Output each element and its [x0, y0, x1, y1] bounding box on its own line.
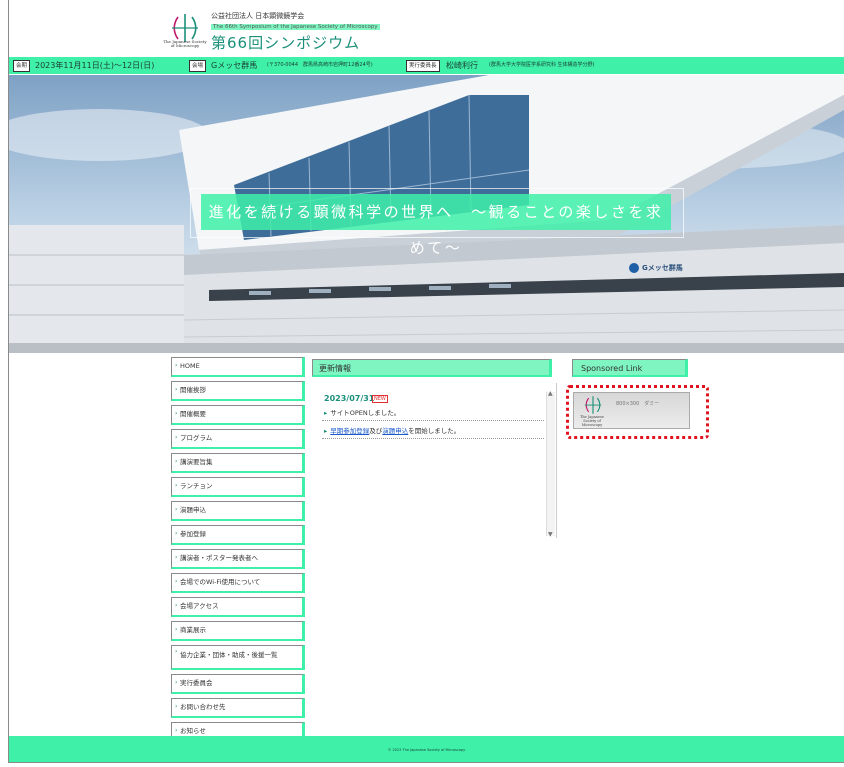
sidebar-nav: › HOME › 開催挨拶 › 開催概要 › プログラム › 講演要旨集 › ランチョン ›…	[171, 357, 305, 746]
nav-item-contact[interactable]: › お問い合わせ先	[171, 698, 305, 718]
nav-label: お知らせ	[180, 727, 206, 735]
chevron-right-icon: ›	[175, 679, 178, 686]
nav-label: 会場アクセス	[180, 602, 219, 610]
news-heading: 更新情報	[312, 359, 552, 377]
nav-label: HOME	[180, 362, 200, 370]
chevron-right-icon: ›	[175, 703, 178, 710]
news-item-text: サイトOPENしました。	[330, 409, 401, 417]
date-tag: 会期	[13, 60, 31, 72]
nav-item-exhibition[interactable]: › 商業展示	[171, 621, 305, 641]
site-footer: © 2023 The Japanese Society of Microscop…	[9, 736, 844, 762]
chevron-right-icon: ›	[175, 458, 178, 465]
nav-item-access[interactable]: › 会場アクセス	[171, 597, 305, 617]
org-name: 公益社団法人 日本顕微鏡学会	[211, 12, 305, 20]
venue-name: Gメッセ群馬	[211, 61, 258, 70]
nav-item-committee[interactable]: › 実行委員会	[171, 674, 305, 694]
abstract-submission-link[interactable]: 演題申込	[382, 427, 408, 435]
nav-label: 演題申込	[180, 506, 206, 514]
early-registration-link[interactable]: 早期参加登録	[330, 427, 369, 435]
chevron-right-icon: ›	[175, 506, 178, 513]
nav-item-presenters[interactable]: › 講演者・ポスター発表者へ	[171, 549, 305, 569]
news-divider	[322, 438, 544, 439]
chair-tag: 実行委員長	[406, 60, 440, 72]
chevron-right-icon: ›	[175, 434, 178, 441]
nav-item-program[interactable]: › プログラム	[171, 429, 305, 449]
chevron-right-icon: ›	[175, 648, 178, 655]
banner-placeholder-text: 800×300 ダミー	[616, 401, 660, 407]
news-scrollbar[interactable]: ▲ ▼	[546, 390, 555, 538]
nav-label: プログラム	[180, 434, 213, 442]
chevron-right-icon: ›	[175, 602, 178, 609]
nav-item-greeting[interactable]: › 開催挨拶	[171, 381, 305, 401]
nav-label: お問い合わせ先	[180, 703, 226, 711]
chevron-right-icon: ›	[175, 578, 178, 585]
nav-label: 実行委員会	[180, 679, 213, 687]
news-item: ▸ サイトOPENしました。	[324, 407, 400, 417]
nav-label: ランチョン	[180, 482, 213, 490]
venue-address: (〒370-0044 群馬県高崎市岩押町12番24号)	[267, 62, 373, 68]
chair-name: 松崎利行	[446, 61, 478, 70]
nav-item-overview[interactable]: › 開催概要	[171, 405, 305, 425]
bullet-icon: ▸	[324, 409, 328, 417]
scroll-up-icon[interactable]: ▲	[548, 390, 553, 397]
nav-item-sponsors[interactable]: › 協力企業・団体・助成・後援一覧	[171, 645, 305, 670]
banner-caption: The Japanese Society of Microscopy	[580, 415, 604, 427]
event-date: 2023年11月11日(土)～12日(日)	[35, 61, 155, 70]
society-logo-icon	[584, 396, 602, 414]
nav-item-abstract-submission[interactable]: › 演題申込	[171, 501, 305, 521]
chevron-right-icon: ›	[175, 362, 178, 369]
event-info-bar: 会期 2023年11月11日(土)～12日(日) 会場 Gメッセ群馬 (〒370…	[9, 57, 844, 74]
bullet-icon: ▸	[324, 427, 328, 435]
chevron-right-icon: ›	[175, 554, 178, 561]
nav-label: 協力企業・団体・助成・後援一覧	[180, 651, 278, 659]
catchphrase-banner: 進化を続ける顕微科学の世界へ ～観ることの楽しさを求めて～	[201, 194, 671, 257]
news-item: ▸ 早期参加登録及び演題申込を開始しました。	[324, 425, 460, 435]
nav-label: 開催概要	[180, 410, 206, 418]
chevron-right-icon: ›	[175, 410, 178, 417]
page-frame: The Japanese Society of Microscopy 公益社団法…	[8, 0, 844, 763]
nav-label: 会場でのWi-Fi使用について	[180, 578, 261, 586]
nav-item-wifi[interactable]: › 会場でのWi-Fi使用について	[171, 573, 305, 593]
site-header: The Japanese Society of Microscopy 公益社団法…	[9, 0, 844, 56]
news-divider	[322, 420, 544, 421]
nav-item-luncheon[interactable]: › ランチョン	[171, 477, 305, 497]
logo-caption: The Japanese Society of Microscopy	[163, 39, 207, 48]
chair-affiliation: (群馬大学大学院医学系研究科 生体構造学分野)	[489, 62, 595, 68]
nav-item-home[interactable]: › HOME	[171, 357, 305, 377]
news-date: 2023/07/31	[324, 394, 375, 403]
sponsored-link-heading: Sponsored Link	[572, 359, 688, 377]
news-item-text: 及び	[369, 427, 383, 435]
venue-tag: 会場	[189, 60, 207, 72]
hero-image: Gメッセ群馬 進化を続ける顕微科学の世界へ ～観ることの楽しさを求めて～	[9, 75, 844, 353]
chevron-right-icon: ›	[175, 386, 178, 393]
nav-label: 講演要旨集	[180, 458, 213, 466]
nav-label: 参加登録	[180, 530, 206, 538]
copyright: © 2023 The Japanese Society of Microscop…	[387, 748, 466, 752]
symposium-english-name: The 66th Symposium of the Japanese Socie…	[211, 24, 380, 30]
sponsor-banner[interactable]: The Japanese Society of Microscopy 800×3…	[573, 392, 690, 429]
nav-label: 商業展示	[180, 626, 206, 634]
chevron-right-icon: ›	[175, 482, 178, 489]
building-sign: Gメッセ群馬	[642, 264, 683, 272]
chevron-right-icon: ›	[175, 626, 178, 633]
symposium-title[interactable]: 第66回シンポジウム	[211, 32, 360, 53]
nav-label: 講演者・ポスター発表者へ	[180, 554, 258, 562]
scroll-down-icon[interactable]: ▼	[548, 531, 553, 538]
nav-item-abstracts[interactable]: › 講演要旨集	[171, 453, 305, 473]
chevron-right-icon: ›	[175, 530, 178, 537]
nav-item-registration[interactable]: › 参加登録	[171, 525, 305, 545]
nav-label: 開催挨拶	[180, 386, 206, 394]
news-item-text: を開始しました。	[408, 427, 461, 435]
new-badge: NEW	[372, 395, 388, 403]
